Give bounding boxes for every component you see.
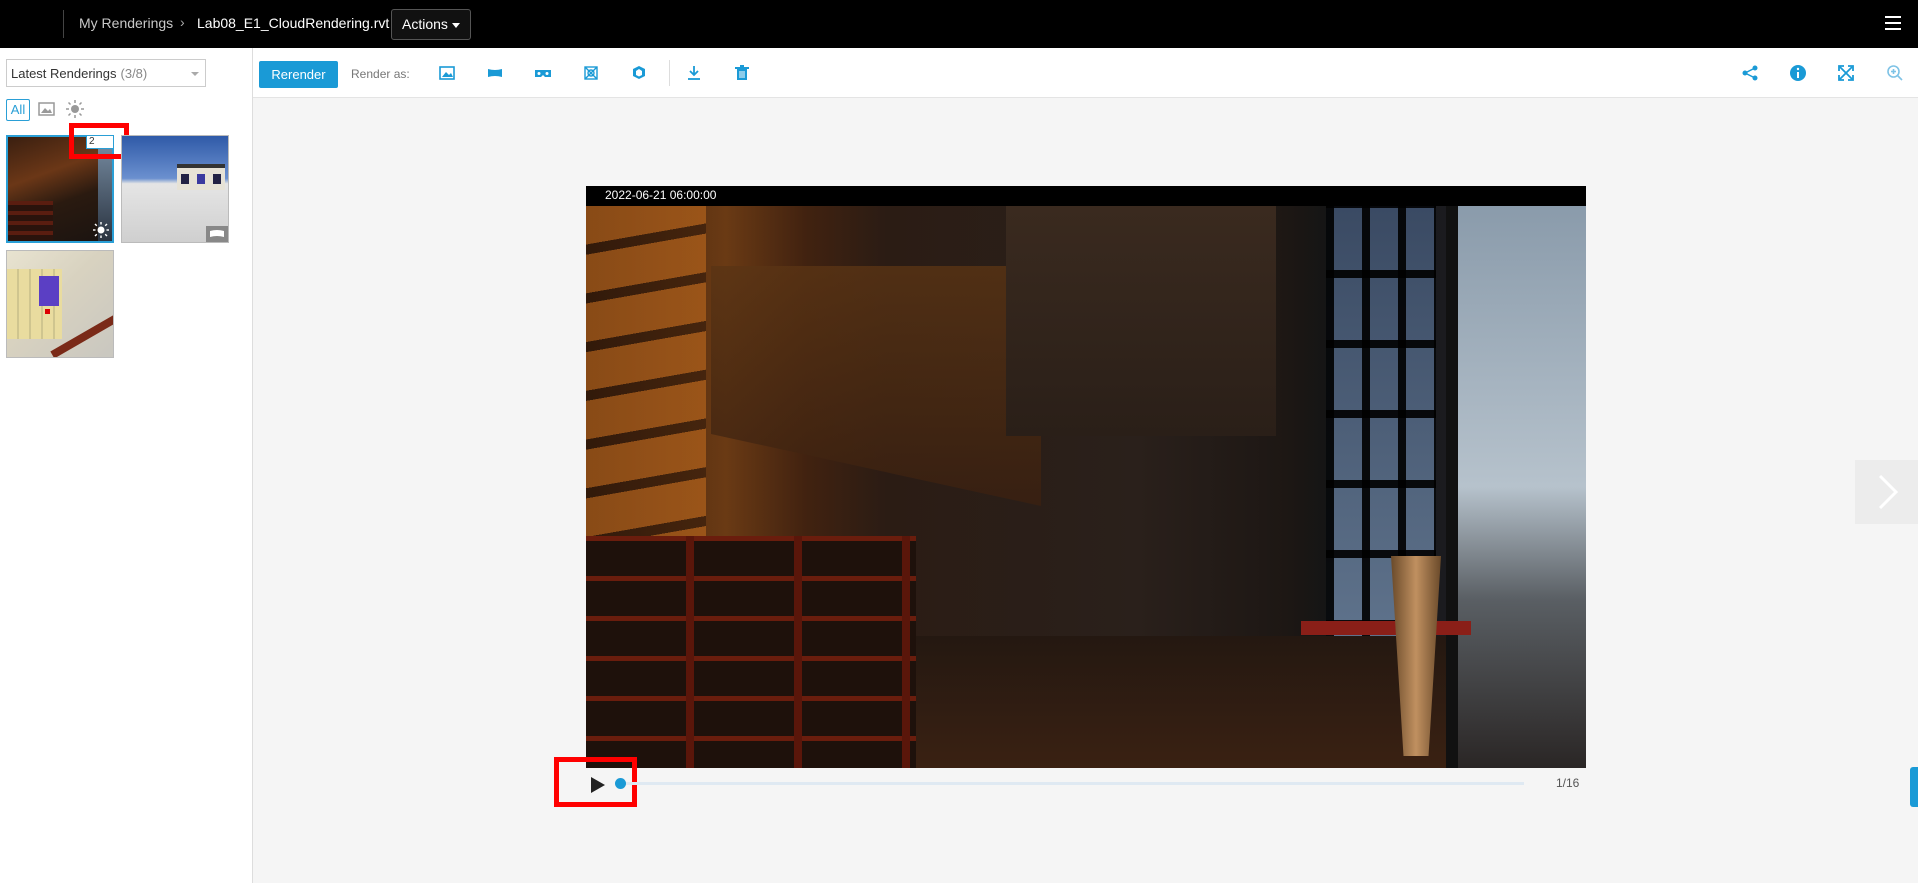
select-count: (3/8) — [120, 66, 148, 81]
chevron-right-icon — [1878, 474, 1899, 510]
image-filter-icon[interactable] — [38, 101, 55, 118]
interactive-panorama-icon[interactable] — [630, 64, 648, 82]
side-panel-tab[interactable] — [1910, 767, 1918, 807]
highlight-box-badge — [69, 123, 129, 159]
actions-label: Actions — [402, 16, 448, 32]
animation-progress-handle[interactable] — [615, 778, 626, 789]
rendering-image[interactable]: 2022-06-21 06:00:00 — [586, 186, 1586, 768]
breadcrumb-chevron-icon: › — [180, 14, 185, 30]
download-icon[interactable] — [685, 64, 703, 82]
frame-counter: 1/16 — [1556, 776, 1580, 790]
vr-headset-icon[interactable] — [534, 64, 552, 82]
filter-all-button[interactable]: All — [6, 99, 30, 121]
sun-badge-icon — [93, 222, 109, 238]
renderings-filter-select[interactable]: Latest Renderings (3/8) — [6, 59, 206, 87]
sun-filter-icon[interactable] — [66, 100, 84, 118]
hamburger-menu-icon[interactable] — [1885, 16, 1901, 30]
select-label: Latest Renderings — [11, 66, 117, 81]
illuminance-icon[interactable] — [582, 64, 600, 82]
rendering-thumbnail-facade[interactable] — [6, 250, 114, 358]
rendering-thumbnail-exterior[interactable] — [121, 135, 229, 243]
breadcrumb-file-name: Lab08_E1_CloudRendering.rvt — [197, 15, 390, 31]
share-icon[interactable] — [1741, 64, 1759, 82]
fullscreen-icon[interactable] — [1837, 64, 1855, 82]
top-bar: My Renderings › Lab08_E1_CloudRendering.… — [0, 0, 1918, 48]
render-as-label: Render as: — [351, 67, 410, 81]
topbar-divider — [63, 10, 64, 38]
rerender-button[interactable]: Rerender — [259, 61, 338, 88]
breadcrumb-my-renderings[interactable]: My Renderings — [79, 15, 173, 31]
animation-progress-track[interactable] — [618, 782, 1524, 785]
zoom-icon[interactable] — [1886, 64, 1904, 82]
next-rendering-button[interactable] — [1855, 460, 1918, 524]
trash-icon[interactable] — [733, 64, 751, 82]
actions-dropdown-button[interactable]: Actions — [391, 9, 471, 40]
rendered-scene — [586, 206, 1586, 768]
frame-timestamp: 2022-06-21 06:00:00 — [605, 188, 717, 202]
viewer-toolbar: Rerender Render as: — [253, 48, 1918, 98]
info-icon[interactable] — [1789, 64, 1807, 82]
toolbar-divider — [669, 60, 670, 86]
dropdown-arrow-icon — [191, 72, 199, 76]
still-image-icon[interactable] — [438, 64, 456, 82]
panorama-icon[interactable] — [486, 64, 504, 82]
caret-down-icon — [451, 22, 460, 28]
panorama-badge-icon — [206, 226, 228, 242]
